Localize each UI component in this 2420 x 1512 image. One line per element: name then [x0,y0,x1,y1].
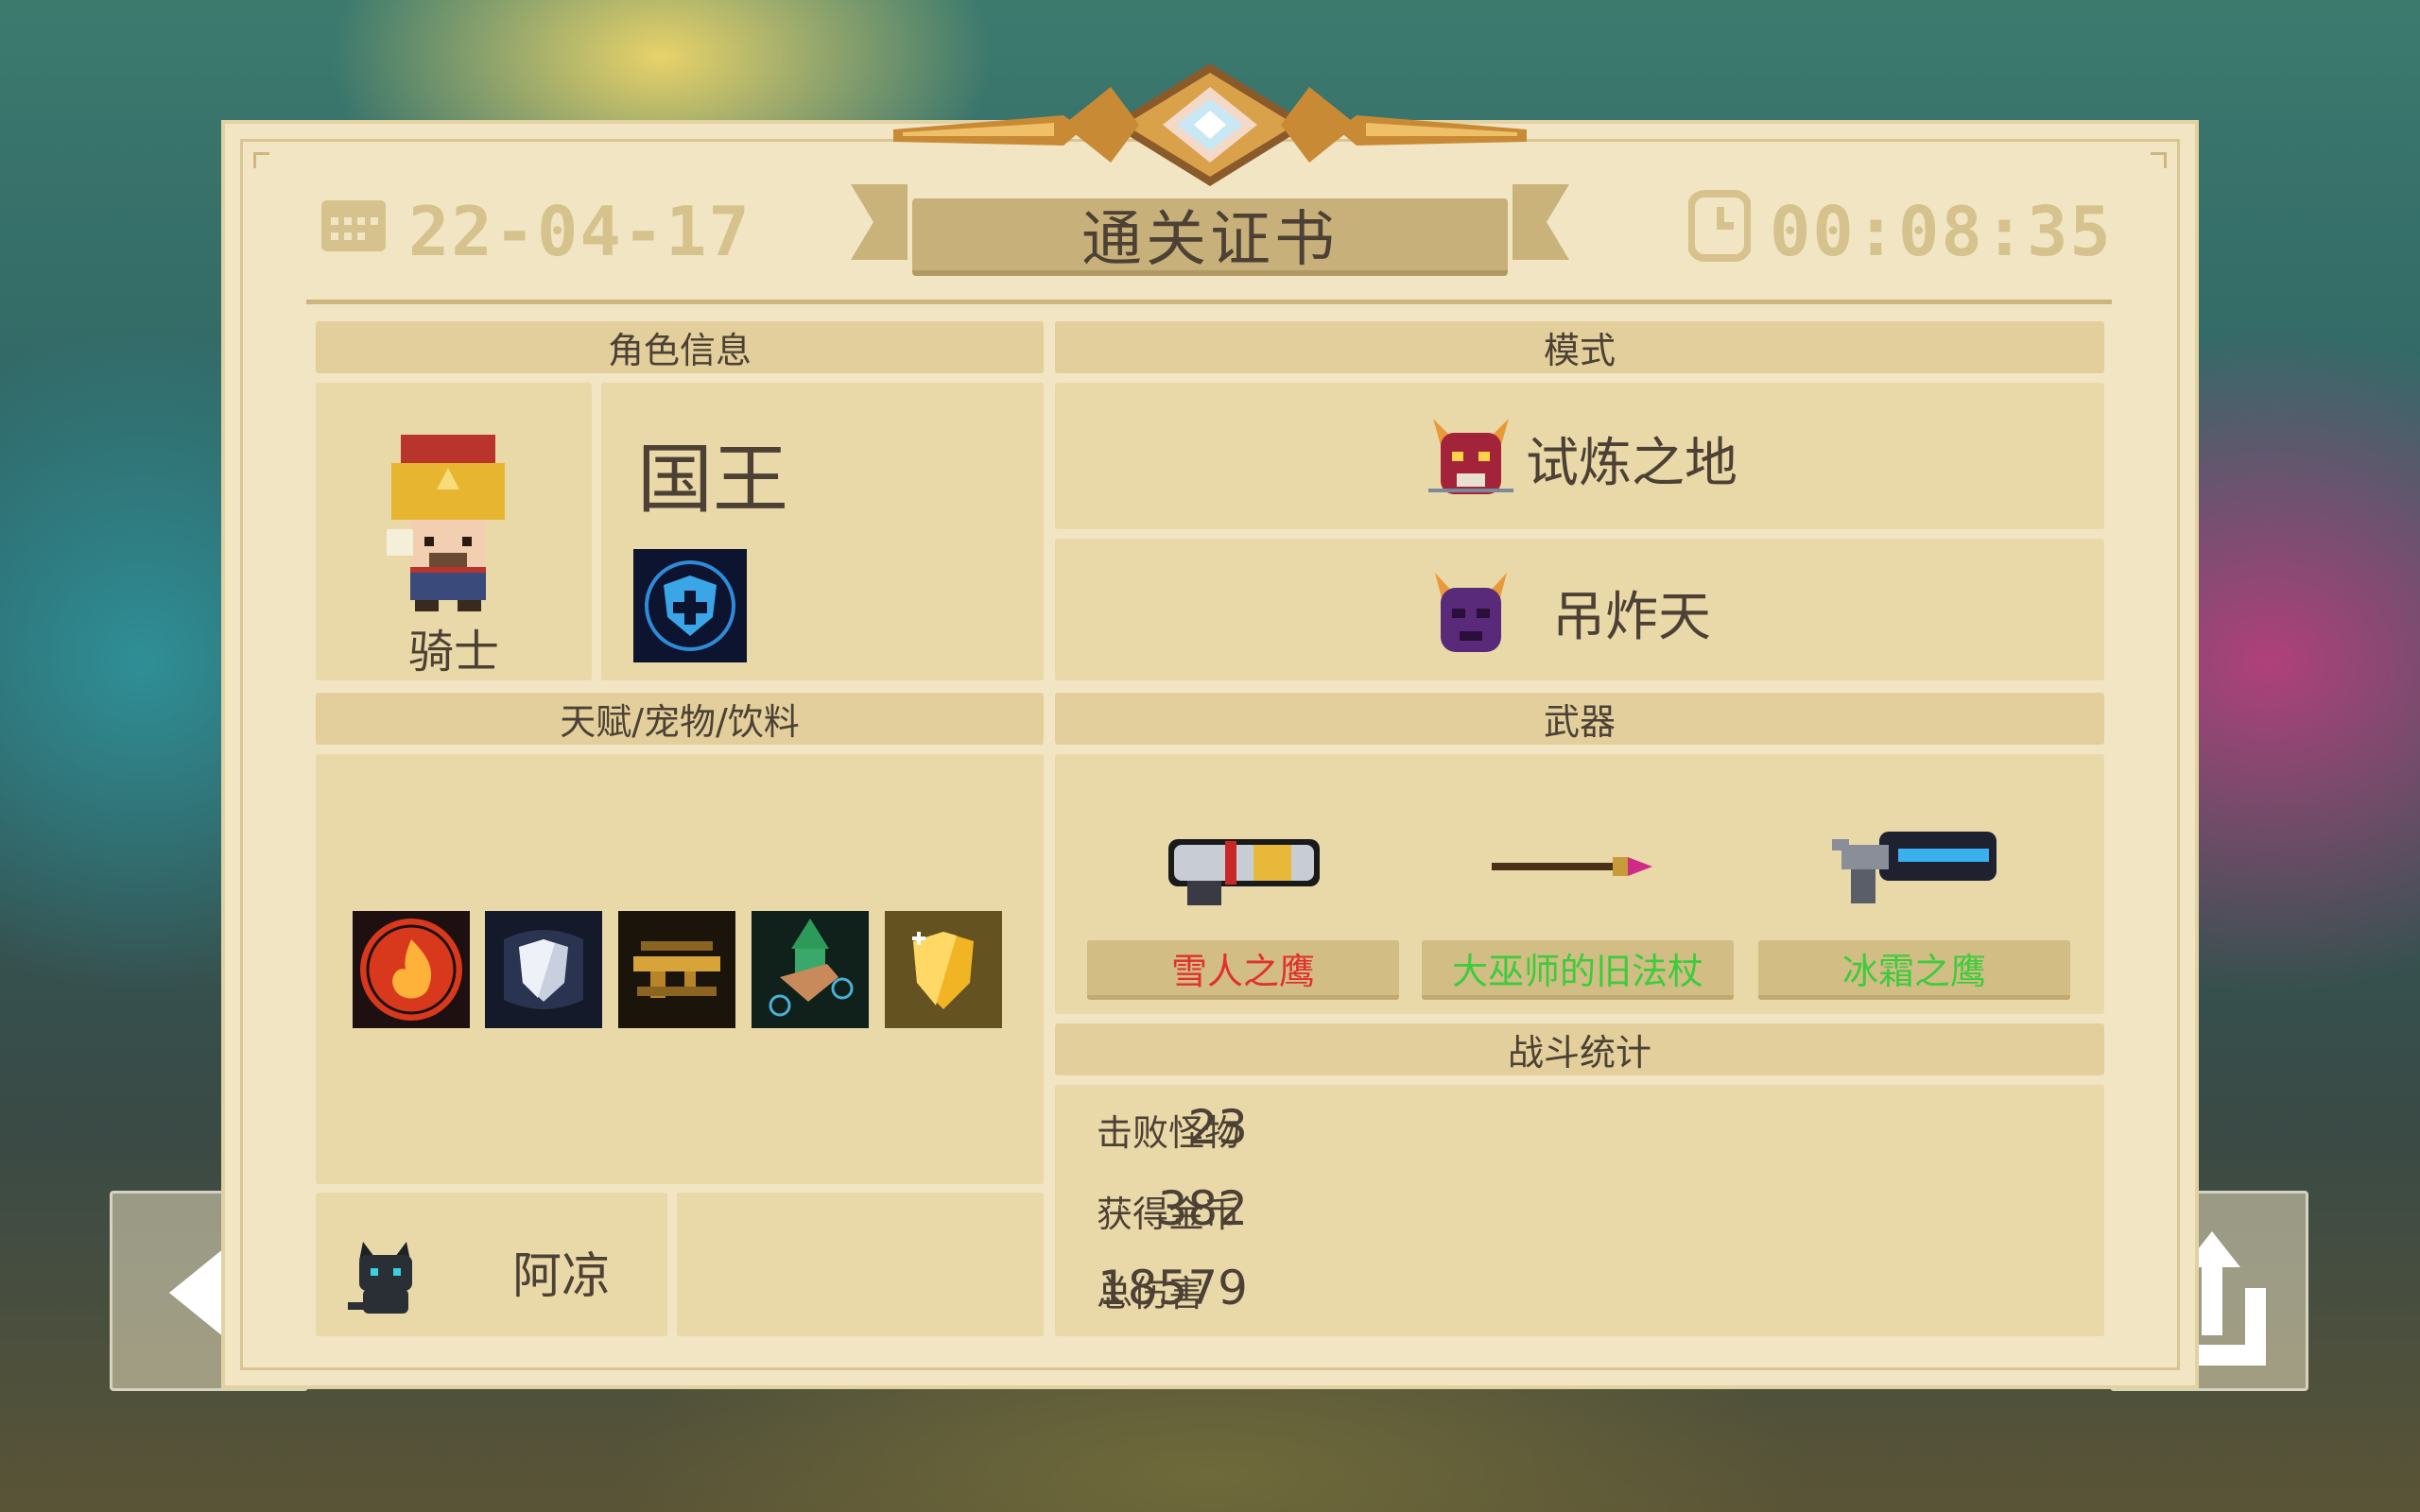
weapons-header: 武器 [1055,693,2104,745]
page-title: 通关证书 [912,198,1508,276]
demon-mode-icon [1428,419,1513,494]
shield-skill-icon [633,549,747,662]
king-character-icon [387,435,505,611]
stat-value: 18579 [1097,1261,1248,1315]
weapon-name-text: 大巫师的旧法杖 [1451,950,1703,992]
weapon-name-1[interactable]: 雪人之鹰 [1087,940,1399,1000]
stats-header: 战斗统计 [1055,1023,2104,1075]
snowman-eagle-weapon-icon [1168,839,1320,905]
character-skin-panel: 国王 [601,383,1044,680]
mode-name: 试炼之地 [1526,433,1737,494]
character-portrait-panel: 骑士 [316,383,592,680]
pet-name: 阿凉 [512,1248,612,1305]
golden-rifle-talent-icon [618,911,735,1028]
calendar-icon [318,192,389,271]
character-info-header: 角色信息 [316,321,1044,373]
gold-shield-talent-icon [885,911,1002,1028]
corner-ornament [253,152,269,168]
green-warrior-talent-icon [752,911,869,1028]
fire-talent-icon [353,911,470,1028]
weapon-name-3[interactable]: 冰霜之鹰 [1758,940,2070,1000]
weapon-name-2[interactable]: 大巫师的旧法杖 [1422,940,1734,1000]
silver-shield-talent-icon [485,911,602,1028]
crest-ornament-icon [893,63,1527,186]
date-stamp: 22-04-17 [318,189,752,274]
mode-panel: 试炼之地 [1055,383,2104,529]
archmage-staff-weapon-icon [1492,857,1652,876]
boss-panel: 吊炸天 [1055,539,2104,680]
title-divider [306,300,2112,304]
pet-panel: 阿凉 [316,1193,667,1336]
buffs-panel [316,754,1044,1184]
stat-value: 23 [1187,1100,1248,1155]
weapon-name-text: 冰霜之鹰 [1841,950,1986,992]
boss-demon-icon [1435,573,1507,652]
stat-value: 382 [1157,1181,1248,1236]
black-cat-pet-icon [348,1242,412,1314]
character-skin-name: 国王 [637,436,788,524]
corner-ornament [2151,152,2167,168]
clock-icon [1687,186,1752,278]
mode-header: 模式 [1055,321,2104,373]
character-class-name: 骑士 [407,626,499,679]
date-text: 22-04-17 [408,192,752,271]
buffs-header: 天赋/宠物/饮料 [316,693,1044,745]
frost-eagle-weapon-icon [1832,832,1996,903]
time-text: 00:08:35 [1770,192,2113,271]
time-stamp: 00:08:35 [1687,189,2113,274]
drink-panel [677,1193,1044,1336]
weapon-name-text: 雪人之鹰 [1170,950,1315,992]
boss-name: 吊炸天 [1552,587,1711,648]
